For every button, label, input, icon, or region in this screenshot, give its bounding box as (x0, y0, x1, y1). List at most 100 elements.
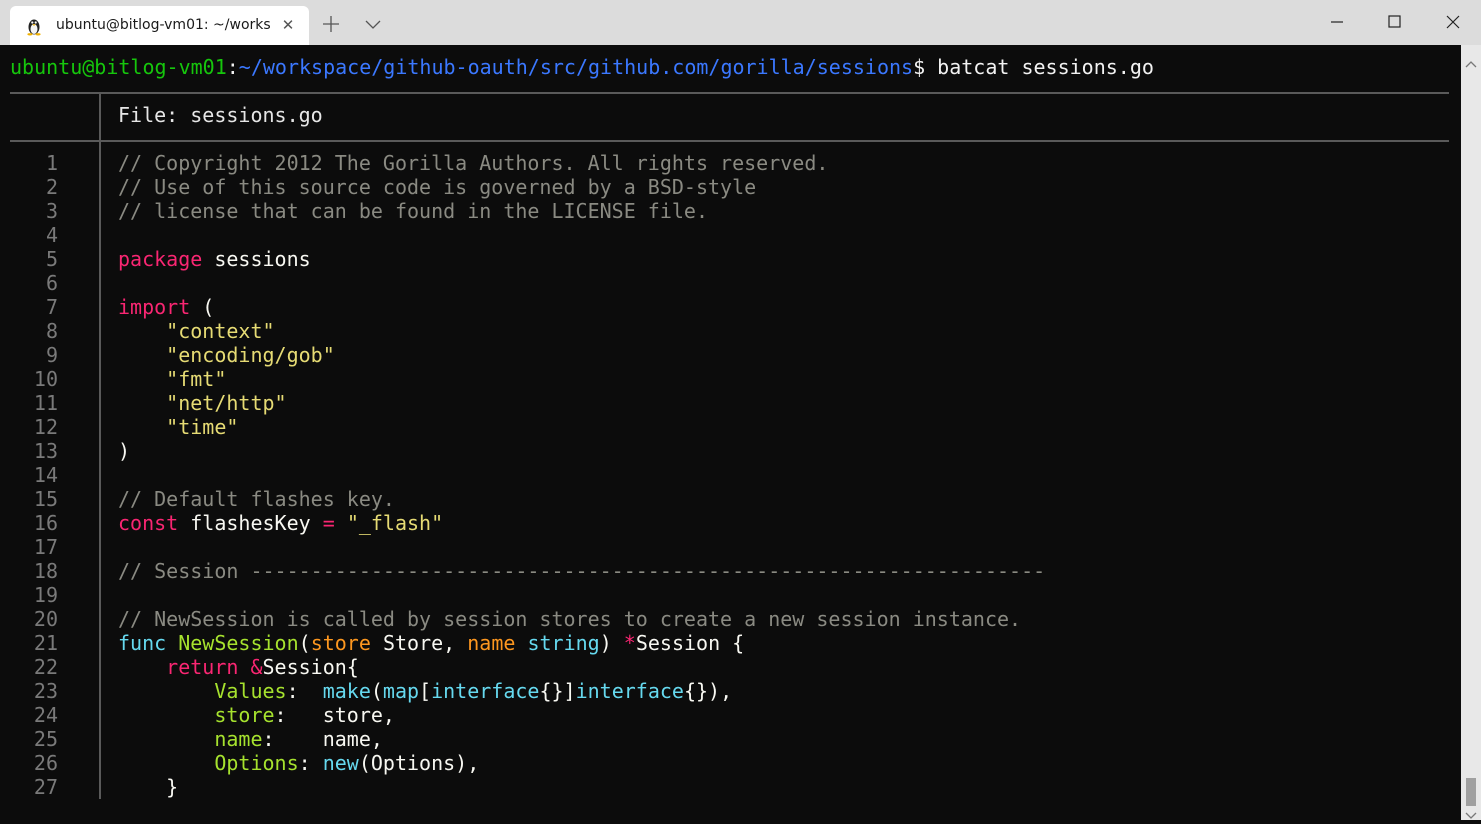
prompt-path: ~/workspace/github-oauth/src/github.com/… (238, 55, 914, 79)
code-token: // license that can be found in the LICE… (118, 199, 709, 223)
gutter-separator (99, 94, 101, 799)
line-number: 25 (33, 727, 58, 751)
code-token: ( (190, 295, 215, 319)
prompt-symbol: $ (913, 55, 926, 79)
code-line: // Session -----------------------------… (118, 559, 1045, 583)
code-token: {}] (539, 679, 576, 703)
code-token: "net/http" (166, 391, 287, 415)
file-header-filename: sessions.go (190, 103, 323, 127)
code-token: & (250, 655, 263, 679)
code-token: Options (214, 751, 299, 775)
code-token: ) (599, 631, 624, 655)
vertical-scrollbar[interactable] (1461, 45, 1481, 820)
line-number: 22 (33, 655, 58, 679)
code-line: // license that can be found in the LICE… (118, 199, 1045, 223)
title-bar: ubuntu@bitlog-vm01: ~/works ✕ (0, 0, 1481, 45)
code-token: Session { (635, 631, 745, 655)
terminal-tab[interactable]: ubuntu@bitlog-vm01: ~/works ✕ (10, 6, 309, 45)
line-number: 17 (33, 535, 58, 559)
prompt-command: batcat sessions.go (925, 55, 1154, 79)
scrollbar-thumb[interactable] (1466, 778, 1476, 806)
code-token: : (286, 679, 323, 703)
code-line: const flashesKey = "_flash" (118, 511, 1045, 535)
code-token: * (623, 631, 636, 655)
code-line: "fmt" (118, 367, 1045, 391)
code-token: } (118, 775, 179, 799)
code-token: // Session -----------------------------… (118, 559, 1046, 583)
code-line: // Use of this source code is governed b… (118, 175, 1045, 199)
code-token: "fmt" (166, 367, 227, 391)
plus-icon[interactable] (321, 14, 341, 34)
code-line: func NewSession(store Store, name string… (118, 631, 1045, 655)
line-number: 5 (45, 247, 58, 271)
code-token: "encoding/gob" (166, 343, 335, 367)
code-token: name (467, 631, 516, 655)
line-number: 11 (33, 391, 58, 415)
close-icon[interactable] (1438, 8, 1468, 36)
line-number: 2 (45, 175, 58, 199)
code-token: // Default flashes key. (118, 487, 395, 511)
code-line: "net/http" (118, 391, 1045, 415)
line-number: 21 (33, 631, 58, 655)
line-number: 13 (33, 439, 58, 463)
code-token: const (118, 511, 179, 535)
code-line: "context" (118, 319, 1045, 343)
maximize-icon[interactable] (1380, 8, 1410, 36)
code-token: Session{ (262, 655, 359, 679)
code-token: : (298, 751, 323, 775)
code-token: ( (370, 679, 383, 703)
code-token: interface (431, 679, 540, 703)
line-number: 1 (45, 151, 58, 175)
code-token: store (310, 631, 371, 655)
code-line: store: store, (118, 703, 1045, 727)
code-token: ( (298, 631, 311, 655)
line-number: 16 (33, 511, 58, 535)
code-token: // NewSession is called by session store… (118, 607, 1022, 631)
code-token: "_flash" (346, 511, 444, 535)
code-line: Values: make(map[interface{}]interface{}… (118, 679, 1045, 703)
chevron-down-icon[interactable] (363, 14, 383, 34)
line-number: 27 (33, 775, 58, 799)
code-token: store (214, 703, 275, 727)
line-number: 7 (45, 295, 58, 319)
line-number: 24 (33, 703, 58, 727)
line-number: 6 (45, 271, 58, 295)
code-token: [ (419, 679, 432, 703)
code-line: "time" (118, 415, 1045, 439)
code-line: return &Session{ (118, 655, 1045, 679)
line-number: 3 (45, 199, 58, 223)
minimize-icon[interactable] (1322, 8, 1352, 36)
terminal-output[interactable]: ubuntu@bitlog-vm01:~/workspace/github-oa… (0, 45, 1461, 820)
line-number: 23 (33, 679, 58, 703)
scroll-up-arrow-icon[interactable] (1465, 53, 1477, 68)
code-token: name (214, 727, 263, 751)
code-token: : name, (262, 727, 383, 751)
code-token: package (118, 247, 203, 271)
linux-penguin-icon (24, 16, 44, 36)
code-token: flashesKey (178, 511, 323, 535)
code-token: : store, (274, 703, 395, 727)
code-line: // NewSession is called by session store… (118, 607, 1045, 631)
header-bottom-rule (10, 140, 1449, 142)
prompt-user-host: ubuntu@bitlog-vm01 (10, 55, 227, 79)
code-token: // Copyright 2012 The Gorilla Authors. A… (118, 151, 829, 175)
scroll-down-arrow-icon[interactable] (1465, 805, 1477, 819)
prompt-separator: : (226, 55, 239, 79)
close-tab-icon[interactable]: ✕ (280, 17, 296, 33)
code-line: // Default flashes key. (118, 487, 1045, 511)
code-token: NewSession (178, 631, 299, 655)
line-number: 26 (33, 751, 58, 775)
file-header: File: sessions.go (118, 103, 323, 127)
